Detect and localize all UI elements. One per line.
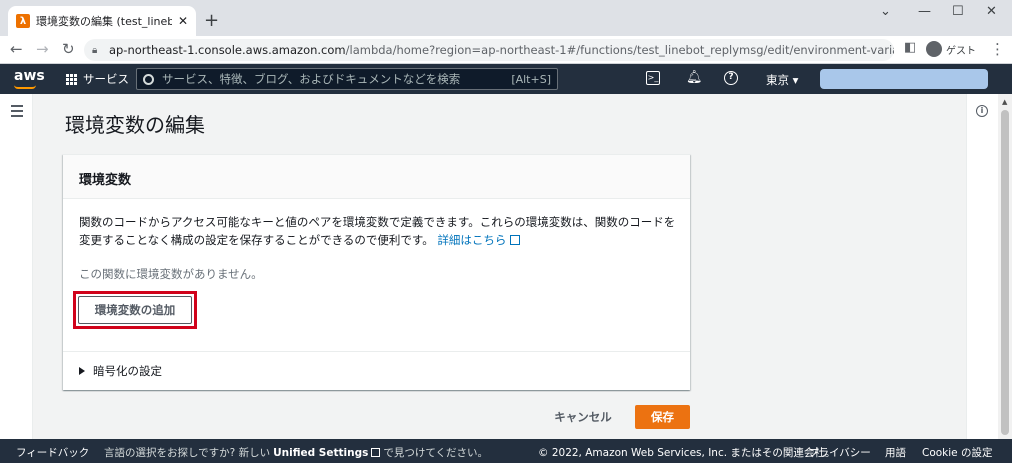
cloudshell-icon[interactable]: >_ [646, 71, 660, 85]
back-icon[interactable]: ← [10, 40, 23, 58]
left-nav-rail [0, 94, 33, 439]
forward-icon[interactable]: → [36, 40, 49, 58]
url-input[interactable]: 🔒︎ ap-northeast-1.console.aws.amazon.com… [84, 39, 894, 61]
url-host: ap-northeast-1.console.aws.amazon.com [108, 43, 346, 57]
profile-label: ゲスト [946, 45, 976, 57]
hamburger-menu-icon[interactable] [11, 105, 23, 120]
close-window-icon[interactable]: ✕ [986, 4, 997, 19]
aws-console-header: aws サービス [Alt+S] >_ 🔔︎ ? 東京 ▾ [0, 64, 1012, 94]
services-menu[interactable]: サービス [66, 71, 129, 87]
minimize-icon[interactable]: — [918, 4, 931, 19]
terms-link[interactable]: 用語 [885, 445, 906, 460]
new-tab-icon[interactable]: + [204, 10, 219, 31]
sidepanel-icon[interactable]: ◧ [904, 40, 916, 55]
maximize-icon[interactable]: ☐ [952, 4, 964, 19]
unified-settings-link[interactable]: Unified Settings [273, 447, 368, 459]
search-shortcut: [Alt+S] [511, 72, 551, 86]
panel-divider [63, 351, 690, 352]
avatar [926, 41, 942, 57]
encryption-settings-toggle[interactable]: 暗号化の設定 [79, 363, 162, 379]
search-input[interactable] [162, 72, 512, 86]
lock-icon: 🔒︎ [92, 45, 98, 56]
url-path: /lambda/home?region=ap-northeast-1#/func… [345, 43, 894, 57]
reload-icon[interactable]: ↻ [62, 40, 75, 58]
page-title: 環境変数の編集 [65, 113, 205, 137]
add-environment-variable-button[interactable]: 環境変数の追加 [78, 296, 192, 324]
profile-button[interactable]: ゲスト [926, 41, 976, 57]
bell-icon[interactable]: 🔔︎ [686, 71, 703, 85]
grid-icon [66, 73, 77, 85]
panel-description: 関数のコードからアクセス可能なキーと値のペアを環境変数で定義できます。これらの環… [79, 215, 676, 247]
external-link-icon [371, 448, 381, 457]
browser-menu-icon[interactable]: ⋮ [990, 40, 1005, 58]
close-tab-icon[interactable]: ✕ [178, 14, 188, 28]
page-scrollbar[interactable]: ▲ [998, 94, 1012, 439]
learn-more-link[interactable]: 詳細はこちら [437, 233, 521, 247]
cookie-settings-link[interactable]: Cookie の設定 [922, 445, 992, 460]
tab-title: 環境変数の編集 (test_linebot_rep [36, 15, 172, 28]
lambda-favicon-icon: λ [16, 14, 30, 28]
panel-heading: 環境変数 [63, 155, 690, 199]
save-button[interactable]: 保存 [635, 405, 690, 429]
privacy-link[interactable]: プライバシー [808, 445, 871, 460]
account-menu[interactable] [820, 69, 988, 89]
environment-variables-panel: 環境変数 関数のコードからアクセス可能なキーと値のペアを環境変数で定義できます。… [63, 154, 690, 390]
console-footer: フィードバック 言語の選択をお探しですか? 新しい Unified Settin… [0, 439, 1012, 463]
scrollbar-thumb[interactable] [1001, 110, 1009, 435]
browser-tabstrip: λ 環境変数の編集 (test_linebot_rep ✕ + ⌄ — ☐ ✕ [0, 0, 1012, 36]
language-notice: 言語の選択をお探しですか? 新しい Unified Settings で見つけて… [104, 446, 489, 460]
info-icon[interactable]: i [976, 105, 988, 117]
external-link-icon [510, 235, 521, 245]
help-icon[interactable]: ? [724, 71, 738, 85]
empty-state-message: この関数に環境変数がありません。 [79, 267, 263, 281]
scroll-up-icon[interactable]: ▲ [1002, 98, 1007, 106]
main-content: 環境変数の編集 環境変数 関数のコードからアクセス可能なキーと値のペアを環境変数… [33, 94, 966, 439]
tab-search-icon[interactable]: ⌄ [880, 4, 891, 19]
right-tools-rail: i [966, 94, 998, 439]
search-icon [143, 73, 154, 85]
browser-tab[interactable]: λ 環境変数の編集 (test_linebot_rep ✕ [8, 6, 196, 36]
copyright: © 2022, Amazon Web Services, Inc. またはその関… [538, 447, 836, 459]
aws-logo[interactable]: aws [14, 68, 45, 89]
encryption-label: 暗号化の設定 [93, 364, 162, 378]
address-bar: ← → ↻ 🔒︎ ap-northeast-1.console.aws.amaz… [0, 36, 1012, 64]
feedback-link[interactable]: フィードバック [16, 445, 89, 460]
region-selector[interactable]: 東京 ▾ [766, 72, 798, 88]
caret-right-icon [79, 367, 85, 375]
cancel-button[interactable]: キャンセル [543, 405, 623, 429]
services-label: サービス [83, 72, 129, 86]
console-search[interactable]: [Alt+S] [136, 68, 558, 90]
